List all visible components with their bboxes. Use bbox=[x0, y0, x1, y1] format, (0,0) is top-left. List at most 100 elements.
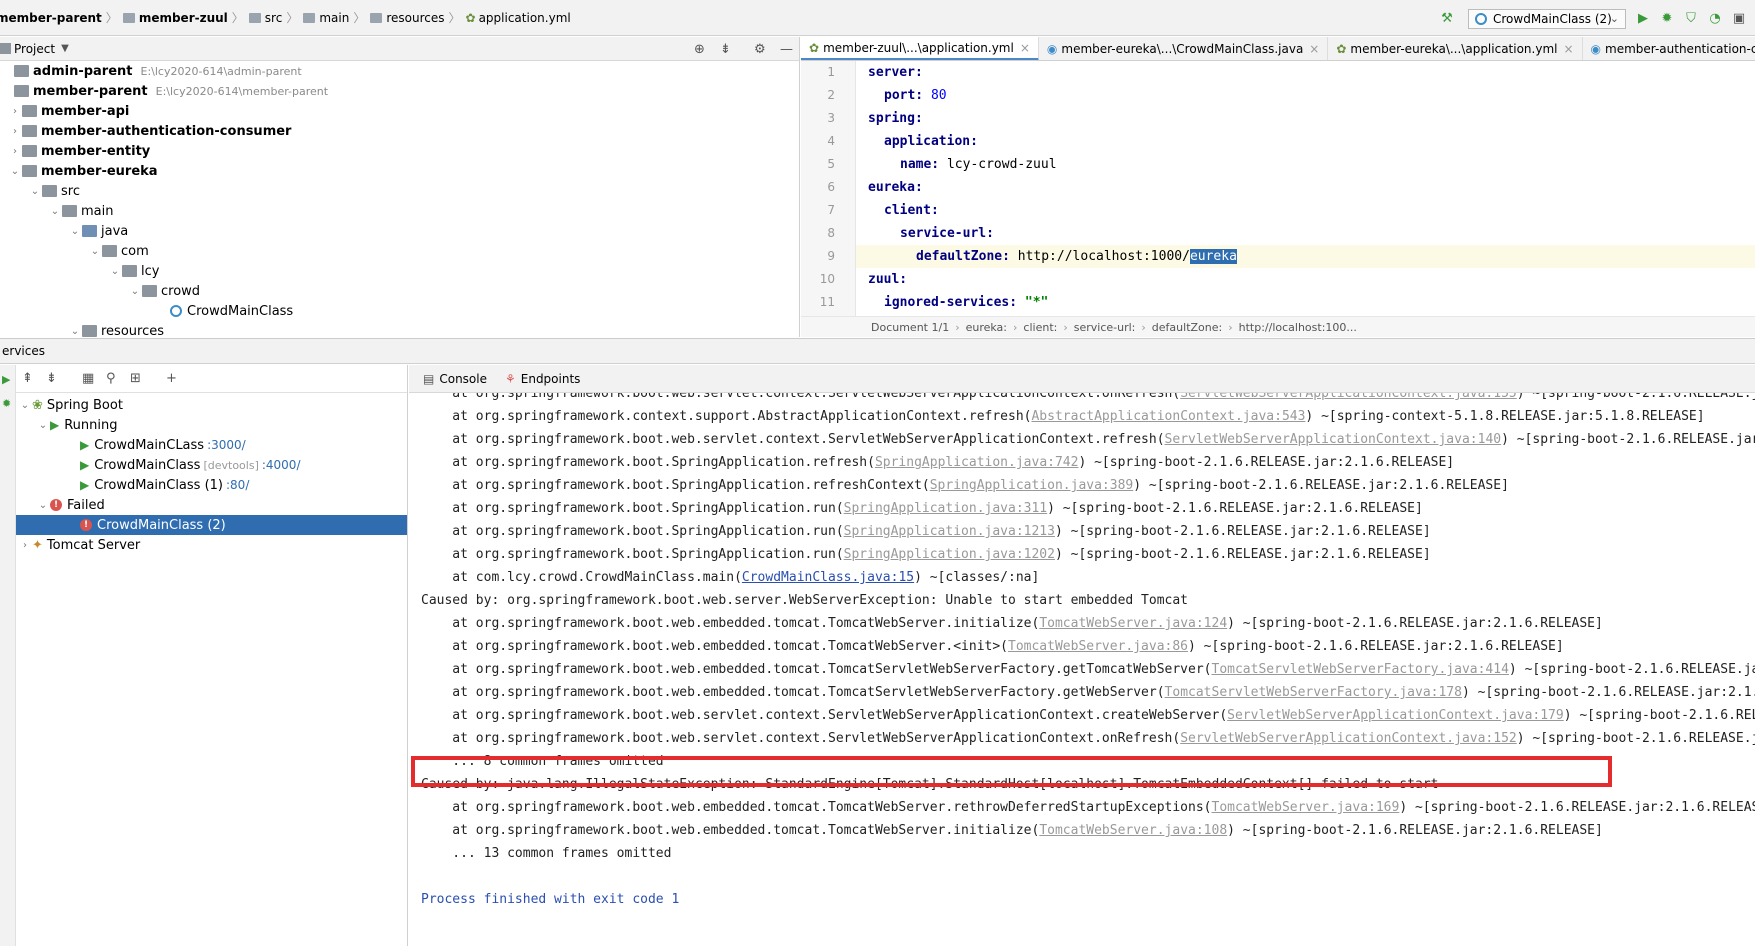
console-line: at org.springframework.boot.SpringApplic… bbox=[421, 501, 1423, 516]
tree-item[interactable]: ⌄ main bbox=[48, 201, 114, 221]
tree-item-failed[interactable]: ⌄! Failed bbox=[36, 495, 105, 515]
tree-item[interactable]: ⌄ member-eureka bbox=[8, 161, 158, 181]
folder-icon bbox=[303, 12, 316, 23]
tree-item[interactable]: member-parent E:\lcy2020-614\member-paren… bbox=[0, 81, 328, 101]
project-panel: Project ▼ ⊕ ⇟ ⚙ — admin-parent E:\lcy2020… bbox=[0, 37, 800, 339]
tree-item[interactable]: ⌄ src bbox=[28, 181, 80, 201]
breadcrumb-item[interactable]: resources bbox=[386, 11, 444, 25]
code-line: service-url: bbox=[900, 226, 994, 241]
console-line: at org.springframework.boot.web.embedded… bbox=[421, 823, 1603, 838]
locate-icon[interactable]: ⊕ bbox=[694, 42, 705, 57]
profile-icon[interactable]: ◔ bbox=[1708, 12, 1722, 26]
tree-item[interactable]: ⌄ com bbox=[88, 241, 149, 261]
running-icon: ▶ bbox=[80, 478, 90, 492]
error-highlight-box bbox=[411, 756, 1612, 787]
layout-icon[interactable]: ⊞ bbox=[130, 371, 141, 386]
debug-icon[interactable]: ✹ bbox=[1660, 12, 1674, 26]
console-line: at org.springframework.boot.web.servlet.… bbox=[421, 708, 1755, 723]
console-panel: ▤ Console ⚘ Endpoints at org.springframewo… bbox=[409, 365, 1755, 946]
expand-all-icon[interactable]: ⇞ bbox=[22, 371, 33, 386]
console-line: at org.springframework.boot.web.servlet.… bbox=[421, 731, 1755, 746]
tab-eureka-application-yml[interactable]: ✿ member-eureka\...\application.yml × bbox=[1328, 37, 1583, 60]
breadcrumb-item[interactable]: main bbox=[319, 11, 349, 25]
collapse-all-icon[interactable]: ⇟ bbox=[720, 42, 731, 57]
tree-item-spring-boot[interactable]: ⌄ ❀ Spring Boot bbox=[18, 395, 123, 415]
run-icon[interactable]: ▶ bbox=[2, 373, 10, 386]
endpoints-icon: ⚘ bbox=[504, 371, 516, 386]
minimize-icon[interactable]: — bbox=[780, 42, 793, 57]
tree-item[interactable]: › member-api bbox=[8, 101, 129, 121]
yaml-file-icon: ✿ bbox=[1336, 42, 1347, 56]
code-line: application: bbox=[884, 134, 978, 149]
gear-icon[interactable]: ⚙ bbox=[754, 42, 766, 57]
class-icon: ◉ bbox=[1590, 42, 1602, 56]
tab-endpoints[interactable]: ⚘ Endpoints bbox=[505, 372, 580, 386]
stop-icon[interactable]: ▣ bbox=[1732, 12, 1746, 26]
console-line-exit-status: Process finished with exit code 1 bbox=[421, 892, 680, 907]
breadcrumb-item[interactable]: application.yml bbox=[479, 11, 571, 25]
selected-text: eureka bbox=[1189, 249, 1237, 264]
console-output[interactable]: at org.springframework.boot.web.servlet.… bbox=[409, 393, 1755, 946]
breadcrumb-item[interactable]: member-zuul bbox=[139, 11, 228, 25]
close-icon[interactable]: × bbox=[1020, 41, 1030, 55]
console-line: at org.springframework.boot.web.servlet.… bbox=[421, 432, 1755, 447]
service-item-selected[interactable]: ! CrowdMainClass (2) bbox=[16, 515, 407, 535]
tree-item-tomcat-server[interactable]: › ✦ Tomcat Server bbox=[18, 535, 140, 555]
editor-panel: ✿ member-zuul\...\application.yml × ◉ membe… bbox=[801, 37, 1755, 337]
tree-item[interactable]: admin-parent E:\lcy2020-614\admin-parent bbox=[0, 61, 302, 81]
run-configuration-select[interactable]: CrowdMainClass (2) ⌄ bbox=[1468, 9, 1626, 29]
service-item[interactable]: ▶ CrowdMainClass [devtools]:4000/ bbox=[80, 455, 300, 475]
project-panel-title[interactable]: Project bbox=[14, 42, 55, 56]
services-title: ervices bbox=[2, 344, 45, 358]
tab-zuul-application-yml[interactable]: ✿ member-zuul\...\application.yml × bbox=[801, 37, 1039, 60]
project-icon bbox=[0, 43, 11, 54]
tree-item[interactable]: CrowdMainClass bbox=[170, 301, 293, 321]
chevron-down-icon[interactable]: ▼ bbox=[61, 43, 69, 54]
collapse-all-icon[interactable]: ⇟ bbox=[46, 371, 57, 386]
running-icon: ▶ bbox=[50, 418, 60, 432]
folder-icon bbox=[122, 12, 135, 23]
editor-status-breadcrumb: Document 1/1 › eureka: › client: › service-… bbox=[801, 316, 1755, 337]
code-line: server: bbox=[868, 65, 923, 80]
code-line: ignored-services: "*" bbox=[884, 295, 1049, 310]
yaml-file-icon: ✿ bbox=[465, 10, 476, 25]
console-line: at org.springframework.boot.SpringApplic… bbox=[421, 478, 1509, 493]
filter-icon[interactable]: ⚲ bbox=[106, 371, 116, 386]
build-hammer-icon[interactable]: ⚒ bbox=[1440, 12, 1454, 26]
close-icon[interactable]: × bbox=[1563, 42, 1573, 56]
class-icon: ◉ bbox=[1046, 42, 1058, 56]
running-icon: ▶ bbox=[80, 458, 90, 472]
debug-icon[interactable]: ✹ bbox=[2, 397, 11, 410]
breadcrumb-item[interactable]: member-parent bbox=[0, 11, 102, 25]
tab-crowd-main-class[interactable]: ◉ member-eureka\...\CrowdMainClass.java × bbox=[1039, 37, 1329, 60]
code-line: spring: bbox=[868, 111, 923, 126]
services-side-toolbar: ▶ ✹ bbox=[0, 365, 16, 946]
tab-console[interactable]: ▤ Console bbox=[423, 372, 487, 386]
console-line: ... 13 common frames omitted bbox=[421, 846, 672, 861]
console-tabs: ▤ Console ⚘ Endpoints bbox=[409, 365, 1755, 393]
tree-item[interactable]: ⌄ lcy bbox=[108, 261, 160, 281]
breadcrumb-item[interactable]: src bbox=[265, 11, 283, 25]
add-service-icon[interactable]: + bbox=[166, 371, 177, 386]
close-icon[interactable]: × bbox=[1309, 42, 1319, 56]
tomcat-icon: ✦ bbox=[32, 537, 43, 553]
console-line: at org.springframework.boot.SpringApplic… bbox=[421, 524, 1431, 539]
tree-item[interactable]: › member-authentication-consumer bbox=[8, 121, 291, 141]
class-icon bbox=[170, 305, 182, 317]
run-configuration-label: CrowdMainClass (2) bbox=[1493, 12, 1612, 26]
yaml-file-icon: ✿ bbox=[809, 40, 820, 55]
tree-item[interactable]: ⌄ crowd bbox=[128, 281, 200, 301]
service-item[interactable]: ▶ CrowdMainClass (1):80/ bbox=[80, 475, 249, 495]
code-line: port: 80 bbox=[884, 88, 947, 103]
tab-authentication-consumer[interactable]: ◉member-authentication-consumer bbox=[1583, 37, 1755, 60]
run-icon[interactable]: ▶ bbox=[1636, 12, 1650, 26]
service-item[interactable]: ▶ CrowdMainCLass:3000/ bbox=[80, 435, 246, 455]
tree-item[interactable]: ⌄ java bbox=[68, 221, 128, 241]
spring-boot-icon bbox=[1475, 13, 1487, 25]
coverage-icon[interactable]: ⛉ bbox=[1684, 12, 1698, 26]
group-icon[interactable]: ▦ bbox=[82, 371, 94, 386]
breadcrumb: member-parent 〉 member-zuul 〉 src 〉 main 〉 r… bbox=[0, 9, 571, 26]
error-icon: ! bbox=[80, 519, 92, 531]
tree-item[interactable]: › member-entity bbox=[8, 141, 150, 161]
tree-item-running[interactable]: ⌄ ▶ Running bbox=[36, 415, 118, 435]
